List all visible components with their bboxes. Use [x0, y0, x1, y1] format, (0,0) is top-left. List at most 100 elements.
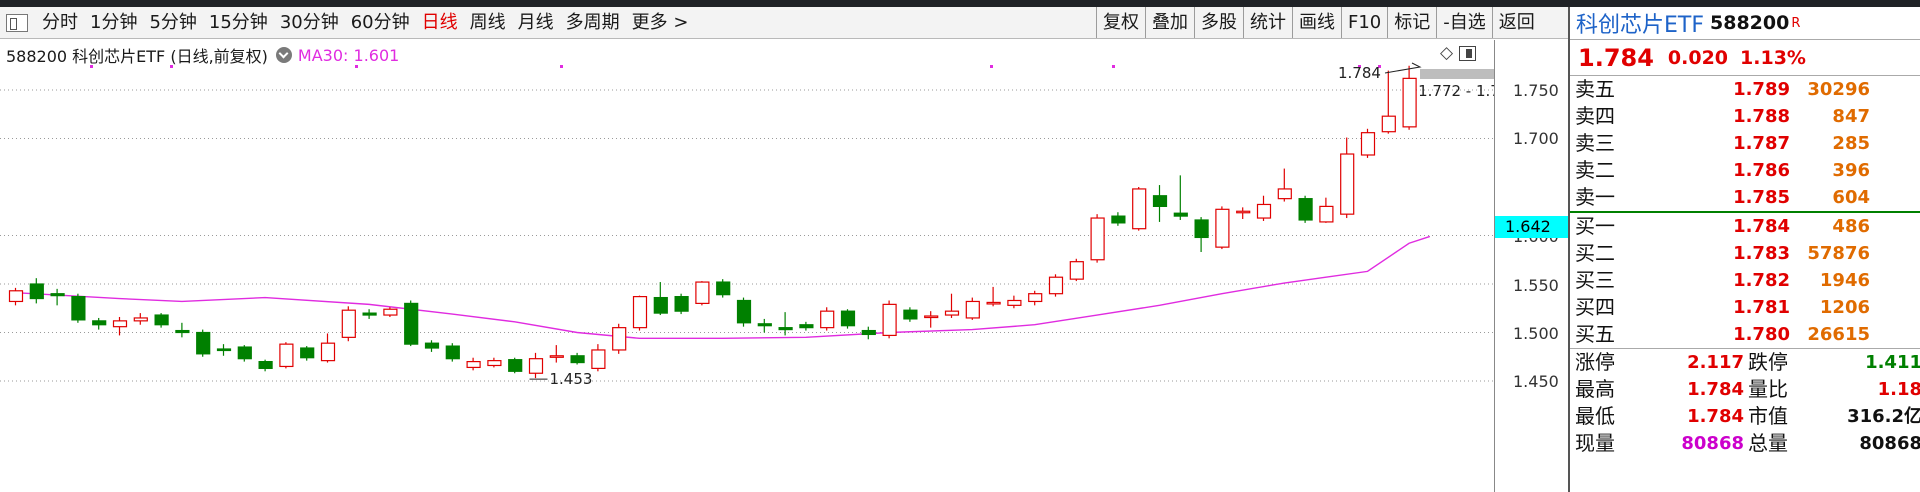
- candle[interactable]: [1007, 295, 1022, 309]
- candle[interactable]: [591, 344, 606, 372]
- candle[interactable]: [1298, 195, 1313, 223]
- candle[interactable]: [362, 309, 377, 319]
- candle[interactable]: [404, 300, 419, 347]
- candle[interactable]: [778, 312, 793, 336]
- event-marker[interactable]: [560, 65, 563, 68]
- candle[interactable]: [237, 345, 252, 362]
- candle[interactable]: [570, 352, 585, 365]
- candle[interactable]: [508, 357, 523, 374]
- candle[interactable]: [882, 300, 897, 339]
- candle[interactable]: [986, 286, 1001, 307]
- candle[interactable]: [840, 309, 856, 329]
- indicator-toggle-icon[interactable]: [275, 47, 292, 63]
- candle[interactable]: [695, 281, 710, 306]
- candle[interactable]: [71, 293, 86, 323]
- tab-more[interactable]: 更多 >: [626, 8, 695, 38]
- ask-row[interactable]: 卖四 1.788 847: [1570, 103, 1920, 130]
- security-name[interactable]: 科创芯片ETF: [1576, 7, 1704, 39]
- bid-row[interactable]: 买五 1.780 26615: [1570, 321, 1920, 348]
- candle[interactable]: [1215, 206, 1230, 250]
- candle[interactable]: [1256, 195, 1272, 221]
- candle[interactable]: [175, 322, 190, 338]
- candle[interactable]: [196, 329, 211, 357]
- statistics-button[interactable]: 统计: [1243, 7, 1292, 38]
- bid-row[interactable]: 买二 1.783 57876: [1570, 240, 1920, 267]
- candle[interactable]: [1111, 212, 1126, 226]
- candle[interactable]: [965, 297, 980, 320]
- candle[interactable]: [8, 287, 24, 306]
- candle[interactable]: [487, 357, 502, 368]
- candle[interactable]: [1069, 258, 1084, 282]
- panel-toggle-icon[interactable]: [1459, 45, 1477, 61]
- candle[interactable]: [1381, 70, 1396, 134]
- candle[interactable]: [1340, 137, 1355, 219]
- ask-row[interactable]: 卖二 1.786 396: [1570, 157, 1920, 184]
- tab-period-active[interactable]: 日线: [416, 8, 464, 38]
- candle[interactable]: [944, 293, 960, 318]
- tab-period[interactable]: 60分钟: [345, 8, 416, 38]
- candle[interactable]: [861, 326, 876, 340]
- candle[interactable]: [924, 311, 939, 328]
- ask-row[interactable]: 卖五 1.789 30296: [1570, 76, 1920, 103]
- candle[interactable]: [1090, 214, 1105, 263]
- candle[interactable]: [445, 343, 460, 362]
- bid-row[interactable]: 买四 1.781 1206: [1570, 294, 1920, 321]
- candle[interactable]: [320, 333, 336, 363]
- back-button[interactable]: 返回: [1491, 7, 1541, 38]
- candle[interactable]: [216, 344, 232, 356]
- tab-period[interactable]: 周线: [464, 8, 512, 38]
- candle[interactable]: [279, 342, 294, 369]
- diamond-icon[interactable]: ◇: [1440, 44, 1453, 62]
- ask-row[interactable]: 卖一 1.785 604: [1570, 184, 1920, 211]
- tab-period[interactable]: 15分钟: [203, 8, 274, 38]
- candle[interactable]: [674, 293, 689, 315]
- candle[interactable]: [757, 318, 772, 333]
- candle[interactable]: [820, 307, 835, 331]
- draw-line-button[interactable]: 画线: [1292, 7, 1341, 38]
- remove-watchlist-button[interactable]: -自选: [1436, 7, 1492, 38]
- f10-button[interactable]: F10: [1341, 7, 1387, 38]
- candle[interactable]: [632, 295, 648, 331]
- event-marker[interactable]: [1112, 65, 1115, 68]
- candle[interactable]: [716, 279, 731, 298]
- candle[interactable]: [903, 307, 918, 322]
- candle[interactable]: [1236, 207, 1251, 220]
- multi-stock-button[interactable]: 多股: [1194, 7, 1243, 38]
- candle[interactable]: [29, 278, 44, 304]
- candle[interactable]: [1360, 128, 1376, 158]
- event-marker[interactable]: [990, 65, 993, 68]
- candle[interactable]: [799, 321, 814, 331]
- tab-period[interactable]: 多周期: [560, 8, 626, 38]
- candle[interactable]: [1319, 197, 1334, 223]
- candle[interactable]: [1277, 168, 1292, 202]
- tab-period[interactable]: 分时: [36, 8, 84, 38]
- candle[interactable]: [424, 340, 440, 352]
- candle[interactable]: [736, 297, 752, 327]
- ask-row[interactable]: 卖三 1.787 285: [1570, 130, 1920, 157]
- tab-period[interactable]: 1分钟: [84, 8, 143, 38]
- candle[interactable]: [154, 313, 169, 328]
- bid-row[interactable]: 买一 1.784 486: [1570, 213, 1920, 240]
- candle[interactable]: [1173, 175, 1188, 220]
- tab-period[interactable]: 5分钟: [143, 8, 202, 38]
- candle[interactable]: [653, 282, 668, 316]
- candle[interactable]: [133, 313, 148, 325]
- candle[interactable]: [1152, 185, 1168, 222]
- kline-chart-area[interactable]: 1.784 1.772 - 1.7 1.453 588200 科创芯片ETF (…: [0, 40, 1569, 492]
- candle[interactable]: [528, 352, 544, 379]
- candle[interactable]: [92, 317, 107, 330]
- candle[interactable]: [50, 288, 65, 306]
- candle[interactable]: [1048, 274, 1064, 297]
- candlestick-chart[interactable]: 1.784 1.772 - 1.7 1.453: [0, 40, 1494, 492]
- tab-period[interactable]: 30分钟: [274, 8, 345, 38]
- layout-toggle-icon[interactable]: [6, 13, 28, 32]
- adjust-button[interactable]: 复权: [1096, 7, 1145, 38]
- overlay-button[interactable]: 叠加: [1145, 7, 1194, 38]
- candle[interactable]: [466, 357, 481, 371]
- candle[interactable]: [300, 346, 315, 361]
- bid-row[interactable]: 买三 1.782 1946: [1570, 267, 1920, 294]
- mark-button[interactable]: 标记: [1387, 7, 1436, 38]
- candle[interactable]: [1194, 217, 1209, 252]
- tab-period[interactable]: 月线: [512, 8, 560, 38]
- candle[interactable]: [549, 345, 564, 363]
